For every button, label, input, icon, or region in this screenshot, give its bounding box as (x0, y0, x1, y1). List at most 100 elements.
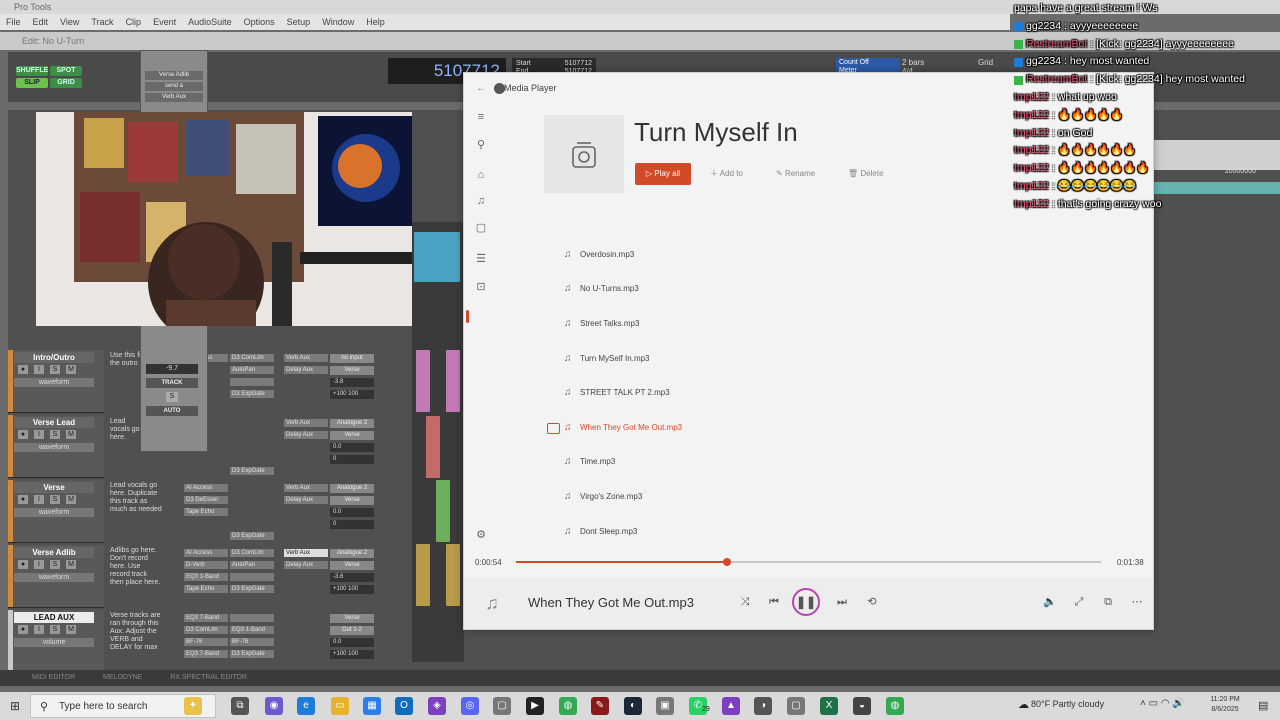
track-name[interactable]: LEAD AUX (14, 612, 94, 623)
video-library-icon[interactable]: ▢ (475, 222, 487, 234)
grid-mode-button[interactable]: GRID (50, 78, 82, 88)
record-button[interactable]: ● (18, 430, 28, 439)
insert-slot[interactable]: D3 ExpGate (230, 650, 274, 658)
mute-button[interactable]: M (66, 560, 76, 569)
insert-slot[interactable] (230, 573, 274, 581)
menu-audiosuite[interactable]: AudioSuite (182, 14, 238, 30)
start-icon[interactable]: ⊞ (10, 699, 24, 713)
song-row[interactable]: ♫ No U-Turns.mp3 (554, 272, 1114, 307)
menu-icon[interactable]: ≡ (475, 111, 487, 123)
steam-icon[interactable]: ◐ (624, 697, 642, 715)
insert-slot[interactable]: BF-76 (230, 638, 274, 646)
menu-clip[interactable]: Clip (120, 14, 148, 30)
insert-slot[interactable]: Tape Echo (184, 585, 228, 593)
track-name[interactable]: Verse Lead (14, 417, 94, 428)
discord-icon[interactable]: ◎ (461, 697, 479, 715)
insert-slot[interactable]: AutoPan (230, 366, 274, 374)
app-icon[interactable]: ◑ (754, 697, 772, 715)
send-slot[interactable]: Delay Aux (284, 561, 328, 569)
song-row[interactable]: ♫ STREET TALK PT 2.mp3 (554, 375, 1114, 410)
insert-slot[interactable]: D3 ComLim (230, 354, 274, 362)
tab-midi-editor[interactable]: MIDI EDITOR (32, 670, 75, 686)
seek-bar-thumb[interactable] (722, 558, 731, 566)
spot-mode-button[interactable]: SPOT (50, 66, 82, 76)
menu-setup[interactable]: Setup (281, 14, 317, 30)
pause-button[interactable]: ❚❚ (792, 588, 820, 616)
song-row[interactable]: ♫ Turn MySelf In.mp3 (554, 341, 1114, 376)
send-slot[interactable]: Delay Aux (284, 366, 328, 374)
menu-view[interactable]: View (54, 14, 85, 30)
task-view-icon[interactable]: ⧉ (231, 697, 249, 715)
insert-slot[interactable]: EQ3 1-Band (230, 626, 274, 634)
volume-icon[interactable]: 🔊 (1172, 698, 1184, 709)
outlook-icon[interactable]: O (395, 697, 413, 715)
insert-slot[interactable] (230, 378, 274, 386)
send-slot[interactable]: Delay Aux (284, 431, 328, 439)
pro-tools-icon[interactable]: ✎ (591, 697, 609, 715)
track-name[interactable]: Verse Adlib (14, 547, 94, 558)
insert-slot[interactable]: AutoPan (230, 561, 274, 569)
settings-icon[interactable]: ⚙ (475, 529, 487, 541)
next-icon[interactable]: ⏭ (831, 591, 853, 613)
track-comment[interactable]: Adlibs go here. Don't record here. Use r… (110, 547, 162, 587)
input-button[interactable]: I (34, 365, 44, 374)
input-select[interactable]: Analogue 2 (330, 549, 374, 558)
output-select[interactable]: Verse (330, 496, 374, 505)
shuffle-icon[interactable]: ⤨ (734, 591, 756, 613)
input-button[interactable]: I (34, 495, 44, 504)
input-select[interactable]: no input (330, 354, 374, 363)
now-playing-title[interactable]: When They Got Me Out.mp3 (528, 595, 694, 610)
solo-button[interactable]: S (50, 365, 60, 374)
record-button[interactable]: ● (18, 365, 28, 374)
app-icon[interactable]: ◈ (428, 697, 446, 715)
audio-clip[interactable] (416, 350, 430, 412)
record-button[interactable]: ● (18, 560, 28, 569)
send-slot[interactable]: Verb Aux (284, 484, 328, 492)
menu-edit[interactable]: Edit (27, 14, 55, 30)
excel-icon[interactable]: X (820, 697, 838, 715)
song-row[interactable]: ♫ Time.mp3 (554, 445, 1114, 480)
grid-label[interactable]: Grid (978, 58, 993, 67)
more-options-icon[interactable]: ⋯ (1126, 591, 1148, 613)
audio-clip[interactable] (446, 350, 460, 412)
audio-clip[interactable] (426, 416, 440, 478)
music-library-icon[interactable]: ♫ (475, 195, 487, 207)
menu-help[interactable]: Help (360, 14, 391, 30)
song-row[interactable]: ♫ Overdosin.mp3 (554, 237, 1114, 272)
record-button[interactable]: ● (18, 625, 28, 634)
menu-options[interactable]: Options (238, 14, 281, 30)
volume-value[interactable]: 0.0 (330, 638, 374, 647)
taskbar-clock[interactable]: 11:20 PM 8/6/2025 (1201, 695, 1249, 715)
output-select[interactable]: Verse (330, 561, 374, 570)
chrome-icon[interactable]: ◍ (886, 697, 904, 715)
app-icon[interactable]: ▲ (722, 697, 740, 715)
volume-value[interactable]: 0.0 (330, 443, 374, 452)
song-row[interactable]: ♫ Dont Sleep.mp3 (554, 514, 1114, 549)
track-verse-adlib[interactable]: Verse Adlib ● I S M waveform (8, 545, 104, 608)
track-name[interactable]: Intro/Outro (14, 352, 94, 363)
wifi-icon[interactable]: ◠ (1161, 698, 1170, 709)
fullscreen-icon[interactable]: ⤢ (1068, 591, 1090, 613)
output-select[interactable]: Out 1-2 (330, 626, 374, 635)
slip-mode-button[interactable]: SLIP (16, 78, 48, 88)
audio-clip[interactable] (414, 232, 460, 282)
insert-slot[interactable]: AI Access (184, 484, 228, 492)
insert-slot[interactable]: Tape Echo (184, 508, 228, 516)
track-verse[interactable]: Verse ● I S M waveform (8, 480, 104, 543)
back-icon[interactable]: ← (476, 83, 486, 94)
track-view-select[interactable]: volume (14, 638, 94, 647)
repeat-icon[interactable]: ⟲ (861, 591, 883, 613)
track-view-select[interactable]: waveform (14, 443, 94, 452)
pan-value[interactable]: +100 100 (330, 585, 374, 594)
edge-icon[interactable]: e (297, 697, 315, 715)
input-select[interactable]: Analogue 2 (330, 419, 374, 428)
search-icon[interactable]: ⚲ (475, 139, 487, 151)
insert-slot[interactable]: D3 ExpGate (230, 532, 274, 540)
weather-icon[interactable]: ☁ (1018, 698, 1029, 711)
network-icon[interactable]: ▭ (1149, 698, 1158, 709)
pan-value[interactable]: +100 100 (330, 390, 374, 399)
clip-lane[interactable] (412, 222, 464, 662)
show-hidden-icon[interactable]: ˄ (1140, 698, 1146, 709)
insert-slot[interactable]: EQ3 1-Band (184, 573, 228, 581)
strip-name[interactable]: Verse Adlib (145, 71, 203, 80)
